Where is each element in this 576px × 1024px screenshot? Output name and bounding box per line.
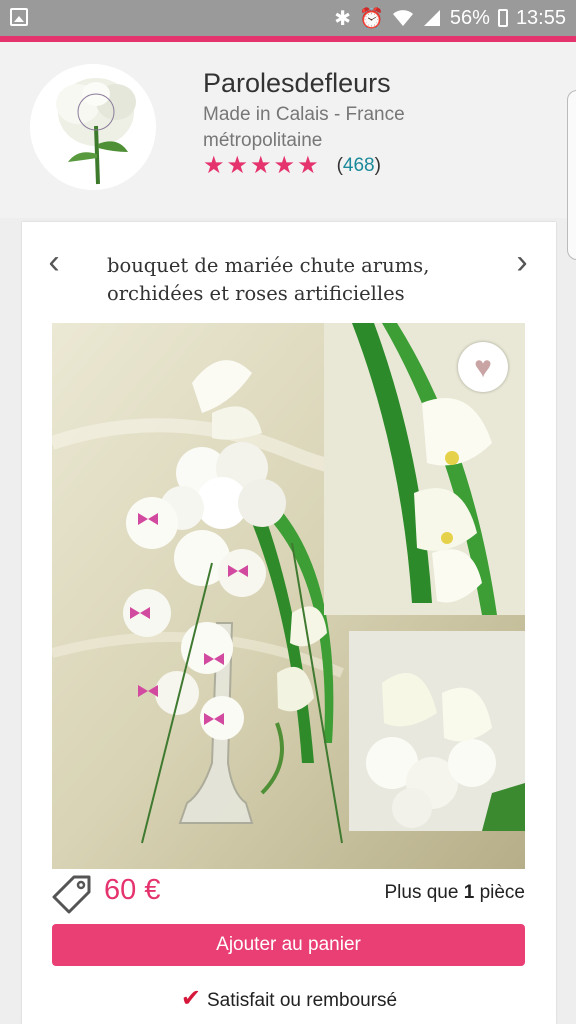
checkmark-icon: ✔: [180, 985, 201, 1012]
tag-icon: [52, 875, 91, 914]
satisfaction-guarantee: ✔ Satisfait ou remboursé: [180, 985, 398, 1012]
product-title: bouquet de mariée chute arums, orchidées…: [107, 254, 430, 305]
star-icon: ★: [203, 152, 225, 179]
star-icon: ★: [250, 152, 272, 179]
battery-level: 56%: [449, 6, 490, 29]
rose-logo: [30, 64, 156, 190]
shop-name[interactable]: Parolesdefleurs: [203, 68, 391, 99]
shop-header: Parolesdefleurs Made in Calais - France …: [0, 42, 576, 260]
product-card: ‹ › bouquet de mariée chute arums, orchi…: [22, 222, 556, 1024]
stock-indicator: Plus que 1 pièce: [384, 882, 525, 903]
gallery-icon: [10, 8, 28, 26]
add-to-cart-button[interactable]: Ajouter au panier: [52, 924, 525, 966]
alarm-icon: ⏰: [359, 7, 384, 30]
shop-rating[interactable]: ★ ★ ★ ★ ★ (468): [203, 154, 381, 178]
heart-icon[interactable]: ♥: [458, 342, 508, 392]
chevron-right-icon[interactable]: ›: [502, 242, 542, 282]
wifi-icon: [392, 10, 413, 26]
star-icon: ★: [226, 152, 249, 179]
star-icon: ★: [297, 152, 319, 179]
shop-location: Made in Calais - France métropolitaine: [203, 104, 405, 151]
shop-avatar[interactable]: [30, 64, 156, 190]
price-row: 60 € Plus que 1 pièce: [52, 870, 525, 914]
review-count[interactable]: (468): [337, 155, 381, 177]
signal-icon: [423, 10, 440, 26]
bluetooth-icon: ✱: [334, 7, 351, 30]
next-card-peek[interactable]: [567, 90, 576, 260]
battery-icon: [497, 9, 508, 27]
star-icon: ★: [273, 152, 296, 179]
status-bar: ✱ ⏰ 56% 13:55: [0, 0, 576, 36]
clock: 13:55: [515, 6, 566, 29]
chevron-left-icon[interactable]: ‹: [34, 242, 74, 282]
product-price: 60 €: [104, 874, 161, 906]
product-photo[interactable]: [52, 323, 525, 869]
